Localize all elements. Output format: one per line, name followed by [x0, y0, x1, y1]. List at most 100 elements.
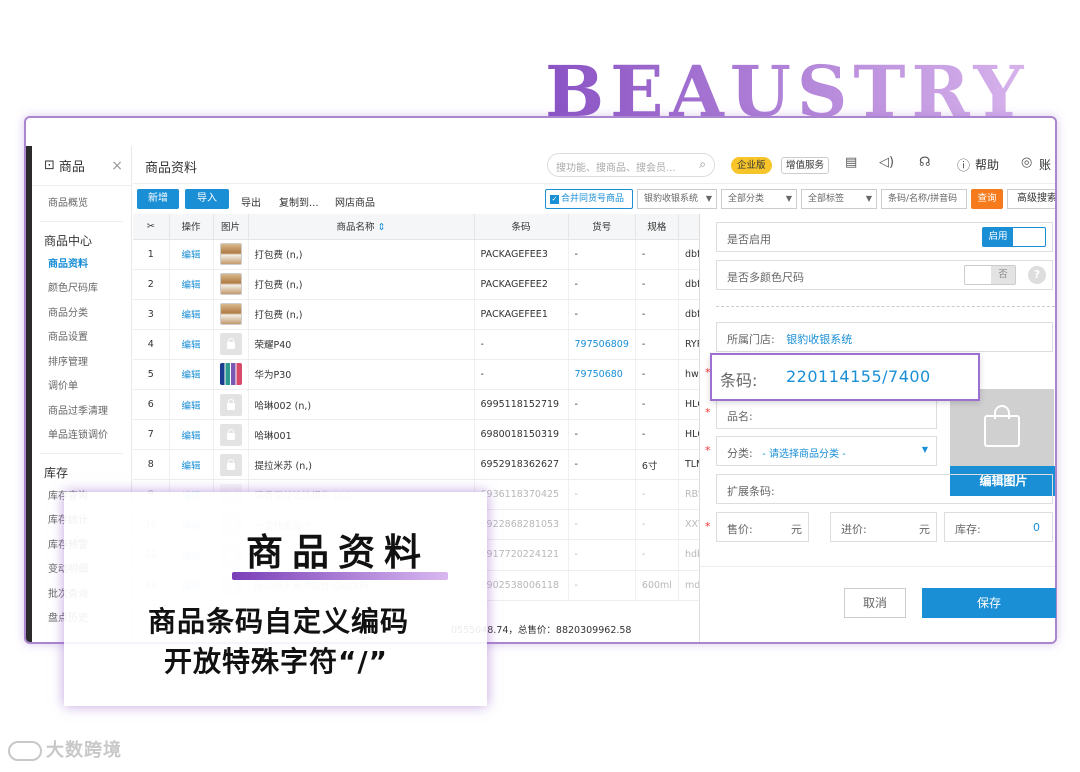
sidebar-item-chain-price[interactable]: 单品连锁调价: [32, 424, 131, 449]
column-header-name[interactable]: 商品名称 ⇕: [248, 214, 475, 240]
product-thumbnail: [219, 243, 242, 266]
category-label: 分类:: [727, 447, 753, 460]
query-button[interactable]: 查询: [971, 189, 1003, 209]
sidebar-item-settings[interactable]: 商品设置: [32, 326, 131, 351]
barcode-field-highlight[interactable]: 条码: 220114155/7400: [710, 353, 980, 401]
edit-link[interactable]: 编辑: [169, 329, 214, 360]
table-header-row: ✂ 操作 图片 商品名称 ⇕ 条码 货号 规格: [133, 214, 721, 240]
category-select[interactable]: 全部分类 ▼: [721, 189, 797, 209]
edit-link[interactable]: 编辑: [169, 359, 214, 390]
store-icon: ⊡: [44, 158, 55, 173]
tag-select[interactable]: 全部标签 ▼: [801, 189, 877, 209]
table-row[interactable]: 5 编辑 华为P30-79750680- hwP: [133, 359, 721, 390]
table-row[interactable]: 4 编辑 荣耀P40-797506809- RYP: [133, 329, 721, 360]
tools-icon[interactable]: ✂: [147, 221, 155, 232]
import-button[interactable]: 导入: [185, 189, 229, 209]
table-row[interactable]: 2 编辑 打包费 (n,) PACKAGEFEE2- - dbf: [133, 269, 721, 300]
multi-color-size-label: 是否多颜色尺码: [727, 271, 804, 284]
global-search-input[interactable]: 搜功能、搜商品、搜会员... ⌕: [547, 153, 715, 177]
table-row[interactable]: 3 编辑 打包费 (n,) PACKAGEFEE1- - dbf: [133, 299, 721, 330]
table-row[interactable]: 7 编辑 哈琳001 6980018150319- - HLC: [133, 419, 721, 451]
stock-label: 库存:: [955, 523, 981, 536]
product-barcode: 6922868281053: [474, 509, 569, 541]
store-value[interactable]: 银豹收银系统: [786, 333, 852, 346]
online-store-button[interactable]: 网店商品: [335, 194, 375, 209]
help-icon[interactable]: ?: [1028, 266, 1046, 284]
enterprise-badge[interactable]: 企业版: [731, 157, 772, 174]
edit-link[interactable]: 编辑: [169, 299, 214, 330]
edit-link[interactable]: 编辑: [169, 419, 214, 451]
export-button[interactable]: 导出: [241, 194, 261, 209]
edit-link[interactable]: 编辑: [169, 269, 214, 300]
product-spec: -: [635, 539, 679, 571]
cost-field[interactable]: 进价: 元: [830, 512, 937, 542]
user-icon[interactable]: ◎: [1021, 155, 1032, 170]
product-barcode: PACKAGEFEE3: [474, 239, 569, 270]
sidebar-title: 商品: [58, 160, 85, 175]
product-spec: 600ml: [635, 570, 679, 601]
help-label[interactable]: 帮助: [975, 156, 999, 173]
cancel-button[interactable]: 取消: [844, 588, 906, 618]
column-settings[interactable]: ✂: [133, 214, 170, 240]
search-icon[interactable]: ⌕: [699, 157, 706, 172]
bag-icon: [984, 415, 1020, 447]
extended-barcode-field[interactable]: 扩展条码:: [716, 474, 1053, 504]
headset-icon[interactable]: ☊: [919, 155, 931, 170]
product-thumbnail: [219, 303, 242, 326]
sidebar-item-color-size[interactable]: 颜色尺码库: [32, 277, 131, 302]
multi-color-size-toggle[interactable]: 否: [964, 265, 1016, 285]
copy-to-button[interactable]: 复制到...: [279, 194, 319, 209]
clipboard-icon[interactable]: ▤: [845, 155, 857, 170]
category-value: - 请选择商品分类 -: [762, 449, 846, 460]
price-label: 售价:: [727, 523, 753, 536]
edit-link[interactable]: 编辑: [169, 239, 214, 270]
sort-icon[interactable]: ⇕: [378, 222, 386, 233]
value-added-button[interactable]: 增值服务: [781, 157, 830, 174]
multi-color-size-row: 是否多颜色尺码 否 ?: [716, 260, 1053, 290]
table-row[interactable]: 8 编辑 提拉米苏 (n,) 6952918362627-6寸 TLM: [133, 449, 721, 481]
merge-checkbox[interactable]: ✓ 合并同货号商品: [545, 189, 633, 209]
product-barcode: 6980018150319: [474, 419, 569, 451]
enable-toggle-label: 启用: [983, 228, 1013, 246]
save-button[interactable]: 保存: [922, 588, 1056, 618]
sidebar-section-product-center: 商品中心: [44, 233, 93, 248]
help-icon[interactable]: ⓘ: [957, 155, 970, 174]
store-row: 所属门店: 银豹收银系统: [716, 322, 1053, 352]
product-search-input[interactable]: 条码/名称/拼音码: [881, 189, 967, 209]
edit-link[interactable]: 编辑: [169, 449, 214, 481]
divider: [40, 452, 123, 454]
store-select[interactable]: 银豹收银系统 ▼: [637, 189, 717, 209]
advanced-search-button[interactable]: 高级搜索: [1007, 189, 1055, 209]
table-row[interactable]: 6 编辑 哈琳002 (n,) 6995118152719- - HLC: [133, 389, 721, 421]
sidebar-item-overview[interactable]: 商品概览: [32, 192, 131, 217]
product-spec: -: [635, 269, 679, 300]
sidebar-item-sort[interactable]: 排序管理: [32, 351, 131, 376]
product-image: [213, 359, 249, 390]
product-barcode: 6917720224121: [474, 539, 569, 571]
enable-toggle[interactable]: 启用: [982, 227, 1046, 247]
sidebar-item-product-info[interactable]: 商品资料: [32, 253, 131, 278]
row-number: 4: [133, 329, 170, 360]
price-field[interactable]: 售价: 元: [716, 512, 809, 542]
product-name-field[interactable]: 品名:: [716, 399, 937, 429]
sidebar-item-price-adjust[interactable]: 调价单: [32, 375, 131, 400]
table-row[interactable]: 1 编辑 打包费 (n,) PACKAGEFEE3- - dbf: [133, 239, 721, 270]
sidebar-item-season-clear[interactable]: 商品过季清理: [32, 400, 131, 425]
add-button[interactable]: 新增: [137, 189, 179, 209]
product-name: 打包费 (n,): [248, 239, 475, 270]
product-search-placeholder: 条码/名称/拼音码: [888, 194, 958, 204]
product-thumbnail: [219, 273, 242, 296]
account-label[interactable]: 账: [1039, 156, 1051, 173]
enable-label: 是否启用: [727, 233, 771, 246]
close-icon[interactable]: ×: [111, 158, 123, 174]
merge-checkbox-label: 合并同货号商品: [561, 194, 625, 204]
product-sku: -: [568, 509, 636, 541]
category-field[interactable]: 分类: - 请选择商品分类 - ▼: [716, 436, 937, 466]
edit-link[interactable]: 编辑: [169, 389, 214, 421]
stock-field[interactable]: 库存: 0: [944, 512, 1053, 542]
product-sku: -: [568, 479, 636, 511]
speaker-icon[interactable]: ◁): [879, 155, 894, 170]
divider: [700, 566, 1055, 567]
row-number: 5: [133, 359, 170, 390]
sidebar-item-category[interactable]: 商品分类: [32, 302, 131, 327]
